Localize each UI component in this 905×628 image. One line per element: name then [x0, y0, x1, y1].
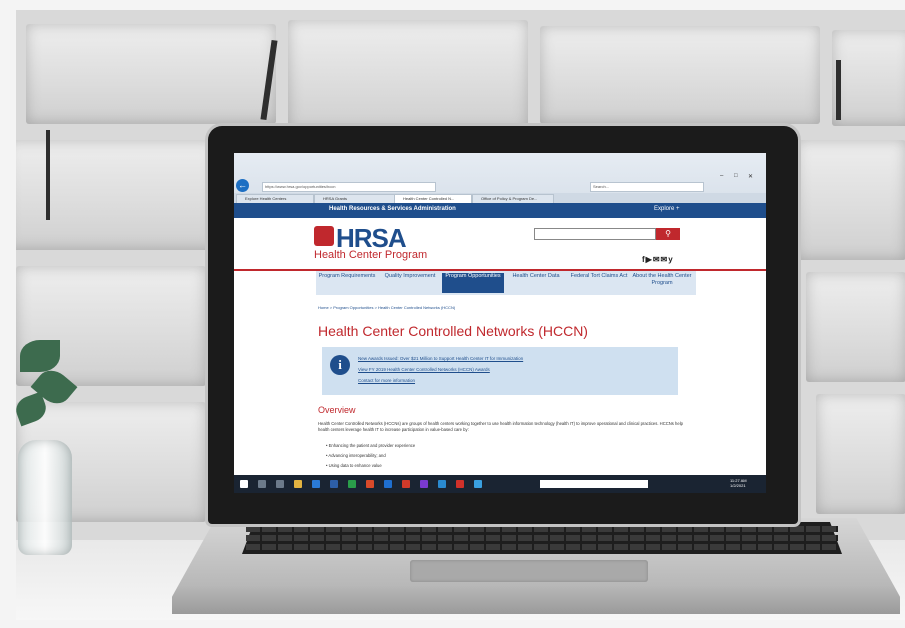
edge-icon[interactable]	[312, 480, 320, 488]
maximize-button[interactable]: □	[734, 173, 738, 179]
main-nav: Program Requirements Quality Improvement…	[316, 271, 696, 295]
agency-name[interactable]: Health Resources & Services Administrati…	[329, 206, 456, 212]
firefox-icon[interactable]	[366, 480, 374, 488]
windows-start-icon[interactable]	[240, 480, 248, 488]
browser-search-input[interactable]: Search...	[590, 182, 704, 192]
info-icon: i	[330, 355, 350, 375]
info-link[interactable]: Contact for more information	[358, 378, 415, 383]
page-title: Health Center Controlled Networks (HCCN)	[318, 323, 588, 339]
search-icon[interactable]: ⚲	[656, 228, 680, 240]
breadcrumb[interactable]: Home > Program Opportunities > Health Ce…	[318, 305, 455, 310]
file-explorer-icon[interactable]	[294, 480, 302, 488]
app-icon[interactable]	[474, 480, 482, 488]
nav-federal-tort-claims-act[interactable]: Federal Tort Claims Act	[568, 273, 630, 293]
date-text: 1/2/2021	[730, 483, 746, 488]
app-icon[interactable]	[420, 480, 428, 488]
wall-crack	[46, 130, 50, 220]
key-row	[246, 544, 838, 550]
list-item: • Advancing interoperability; and	[326, 453, 386, 458]
overview-heading: Overview	[318, 405, 356, 415]
brick	[540, 26, 820, 124]
outlook-icon[interactable]	[438, 480, 446, 488]
browser-toolbar: ← https://www.hrsa.gov/opportunities/hcc…	[234, 153, 766, 193]
nav-health-center-data[interactable]: Health Center Data	[505, 273, 567, 293]
powerpoint-icon[interactable]	[402, 480, 410, 488]
close-button[interactable]: ✕	[748, 173, 753, 180]
task-view-icon[interactable]	[276, 480, 284, 488]
site-search-input[interactable]	[534, 228, 656, 240]
taskbar-search-input[interactable]	[540, 480, 648, 488]
address-bar[interactable]: https://www.hrsa.gov/opportunities/hccn	[262, 182, 436, 192]
hhs-header-bar: Health Resources & Services Administrati…	[234, 203, 766, 218]
windows-taskbar: 11:27 AM 1/2/2021	[234, 475, 766, 493]
explore-menu[interactable]: Explore +	[654, 206, 680, 212]
social-icons[interactable]: f▶✉✉y	[642, 255, 674, 264]
list-item: • Enhancing the patient and provider exp…	[326, 443, 416, 448]
info-alert: i New Awards Issued: Over $21 Million to…	[322, 347, 678, 395]
nav-program-opportunities[interactable]: Program Opportunities	[442, 273, 504, 293]
taskbar-clock[interactable]: 11:27 AM 1/2/2021	[730, 478, 747, 488]
list-item: • Using data to enhance value	[326, 463, 382, 468]
brick	[816, 394, 905, 514]
glass-vase	[18, 440, 72, 555]
ie-icon[interactable]	[330, 480, 338, 488]
nav-about[interactable]: About the Health Center Program	[631, 273, 693, 293]
laptop-screen: ← https://www.hrsa.gov/opportunities/hcc…	[234, 153, 766, 493]
brick	[288, 20, 528, 130]
logo-subtitle: Health Center Program	[314, 249, 428, 261]
minimize-button[interactable]: –	[720, 173, 723, 179]
search-icon[interactable]	[258, 480, 266, 488]
wall-crack	[836, 60, 841, 120]
back-arrow-icon[interactable]: ←	[236, 179, 249, 192]
key-row	[246, 526, 838, 532]
hrsa-logo-icon	[314, 226, 334, 246]
brick	[806, 272, 905, 382]
info-link[interactable]: New Awards Issued: Over $21 Million to S…	[358, 356, 523, 361]
browser-tabs: Explore Health Centers HRSA Grants Healt…	[234, 193, 766, 204]
brick	[796, 140, 905, 260]
plant-leaf	[20, 340, 60, 372]
brick	[832, 30, 905, 126]
nav-program-requirements[interactable]: Program Requirements	[316, 273, 378, 293]
trackpad	[410, 560, 648, 582]
info-link[interactable]: View FY 2019 Health Center Controlled Ne…	[358, 367, 490, 372]
nav-quality-improvement[interactable]: Quality Improvement	[379, 273, 441, 293]
chrome-icon[interactable]	[348, 480, 356, 488]
brick	[26, 24, 276, 124]
acrobat-icon[interactable]	[456, 480, 464, 488]
word-icon[interactable]	[384, 480, 392, 488]
key-row	[246, 535, 838, 541]
overview-paragraph: Health Center Controlled Networks (HCCNs…	[318, 421, 683, 432]
